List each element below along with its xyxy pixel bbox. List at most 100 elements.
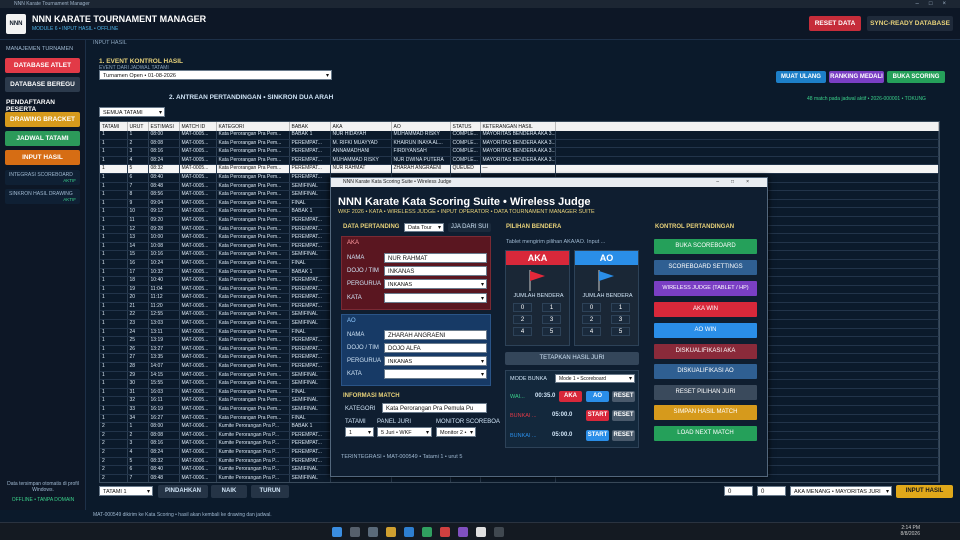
table-row[interactable]: 1 3 08:16 MAT-0005... Kata Perorangan Pra Pe… xyxy=(100,147,939,157)
monitor-select[interactable]: Monitor 2 • xyxy=(436,427,476,438)
sidebar-item-database-beregu[interactable]: DATABASE BEREGU xyxy=(5,77,80,92)
bunkai-aka-reset-button[interactable]: RESET xyxy=(612,410,635,421)
ao-count-1[interactable]: 1 xyxy=(611,303,630,312)
waiting-reset-button[interactable]: RESET xyxy=(612,391,635,402)
kategori-input[interactable]: Kata Perorangan Pra Pemula Pu xyxy=(382,403,487,413)
sidebar-item-database-atlet[interactable]: DATABASE ATLET xyxy=(5,58,80,73)
task-view-icon[interactable] xyxy=(368,527,378,537)
ranking-medal-button[interactable]: RANKING MEDALI xyxy=(829,71,884,83)
column-header[interactable]: TATAMI xyxy=(100,122,128,131)
aka-kata-select[interactable] xyxy=(384,293,487,304)
aka-count-0[interactable]: 0 xyxy=(513,303,532,312)
table-row[interactable]: 1 4 08:24 MAT-0005... Kata Perorangan Pra Pe… xyxy=(100,156,939,166)
column-header[interactable]: STATUS xyxy=(450,122,481,131)
table-row[interactable]: 1 2 08:08 MAT-0005... Kata Perorangan Pra Pe… xyxy=(100,139,939,149)
aka-count-1[interactable]: 1 xyxy=(542,303,561,312)
ao-count-3[interactable]: 3 xyxy=(611,315,630,324)
reset-data-button[interactable]: RESET DATA xyxy=(809,16,861,31)
table-cell: MAT-0005... xyxy=(179,362,217,372)
load-next-match-button[interactable]: LOAD NEXT MATCH xyxy=(654,426,757,441)
reload-button[interactable]: MUAT ULANG xyxy=(776,71,826,83)
start-icon[interactable] xyxy=(332,527,342,537)
sidebar-footer: Data tersimpan otomatis di profil Window… xyxy=(7,481,79,493)
table-cell: 09:20 xyxy=(148,216,180,226)
aka-count-2[interactable]: 2 xyxy=(513,315,532,324)
column-header[interactable]: BABAK xyxy=(289,122,331,131)
bunkai-aka-start-button[interactable]: START xyxy=(586,410,609,421)
waiting-ao-button[interactable]: AO xyxy=(586,391,609,402)
bottom-tatami-select[interactable]: TATAMI 1 xyxy=(99,486,153,497)
aka-win-button[interactable]: AKA WIN xyxy=(654,302,757,317)
window-controls[interactable]: –□× xyxy=(916,0,956,8)
column-header[interactable]: KETERANGAN HASIL xyxy=(480,122,556,131)
ao-count-5[interactable]: 5 xyxy=(611,327,630,336)
sidebar-item-jadwal[interactable]: JADWAL TATAMI xyxy=(5,131,80,146)
aka-nama-input[interactable]: NUR RAHMAT xyxy=(384,253,487,263)
up-button[interactable]: NAIK xyxy=(211,485,247,498)
sync-database-button[interactable]: SYNC-READY DATABASE xyxy=(867,16,953,31)
aka-count-3[interactable]: 3 xyxy=(542,315,561,324)
integration-scoreboard-status: AKTIF xyxy=(63,178,76,183)
ao-kata-select[interactable] xyxy=(384,369,487,380)
waiting-aka-button[interactable]: AKA xyxy=(559,391,582,402)
column-header[interactable]: URUT xyxy=(127,122,149,131)
panel-juri-select[interactable]: 5 Juri • WKF xyxy=(377,427,432,438)
wireless-judge-button[interactable]: WIRELESS JUDGE (TABLET / HP) xyxy=(654,281,757,296)
set-judge-result-button[interactable]: TETAPKAN HASIL JURI xyxy=(505,352,639,365)
move-button[interactable]: PINDAHKAN xyxy=(158,485,208,498)
disqualify-aka-button[interactable]: DISKUALIFIKASI AKA xyxy=(654,344,757,359)
bunkai-ao-reset-button[interactable]: RESET xyxy=(612,430,635,441)
disqualify-ao-button[interactable]: DISKUALIFIKASI AO xyxy=(654,364,757,379)
event-select[interactable]: Turnamen Open • 01-08-2026 xyxy=(99,70,332,81)
open-scoring-button[interactable]: BUKA SCORING xyxy=(887,71,945,83)
score-aka-input[interactable]: 0 xyxy=(724,486,753,496)
input-result-button[interactable]: INPUT HASIL xyxy=(896,485,953,498)
table-cell: 8 xyxy=(127,190,149,200)
sidebar-item-drawing[interactable]: DRAWING BRACKET xyxy=(5,112,80,127)
explorer-icon[interactable] xyxy=(386,527,396,537)
ao-win-button[interactable]: AO WIN xyxy=(654,323,757,338)
tournament-app-icon[interactable] xyxy=(476,527,486,537)
data-source-select[interactable]: Data Tour xyxy=(404,223,444,233)
ao-perguruan-select[interactable]: INKANAS xyxy=(384,356,487,367)
aka-dojo-input[interactable]: INKANAS xyxy=(384,266,487,276)
dialog-window-controls[interactable]: –□× xyxy=(716,178,761,187)
down-button[interactable]: TURUN xyxy=(251,485,289,498)
clock[interactable]: 2:14 PM 8/8/2026 xyxy=(901,525,920,537)
table-cell: MAT-0005... xyxy=(179,414,217,424)
mode-bunkai-select[interactable]: Mode 1 • Scoreboard xyxy=(555,374,635,384)
aka-perguruan-select[interactable]: INKANAS xyxy=(384,279,487,290)
app-icon-3[interactable] xyxy=(458,527,468,537)
ao-nama-input[interactable]: ZHARAH ANGRAENI xyxy=(384,330,487,340)
scoring-app-icon[interactable] xyxy=(494,527,504,537)
sidebar-item-input-hasil[interactable]: INPUT HASIL xyxy=(5,150,80,165)
column-header[interactable]: AKA xyxy=(330,122,392,131)
open-scoreboard-button[interactable]: BUKA SCOREBOARD xyxy=(654,239,757,254)
ao-count-0[interactable]: 0 xyxy=(582,303,601,312)
ao-count-4[interactable]: 4 xyxy=(582,327,601,336)
table-row[interactable]: 1 1 08:00 MAT-0005... Kata Perorangan Pra Pe… xyxy=(100,131,939,140)
tatami-select[interactable]: 1 xyxy=(345,427,374,438)
table-row[interactable]: 1 5 08:32 MAT-0005... Kata Perorangan Pra Pe… xyxy=(100,164,939,174)
score-ao-input[interactable]: 0 xyxy=(757,486,786,496)
ao-dojo-input[interactable]: DOJO ALFA xyxy=(384,343,487,353)
ao-count-2[interactable]: 2 xyxy=(582,315,601,324)
aka-count-4[interactable]: 4 xyxy=(513,327,532,336)
column-header[interactable]: KATEGORI xyxy=(216,122,290,131)
result-select[interactable]: AKA MENANG • MAYORITAS JURI xyxy=(790,486,892,497)
reset-judge-choice-button[interactable]: RESET PILIHAN JURI xyxy=(654,385,757,400)
tatami-filter-select[interactable]: SEMUA TATAMI xyxy=(99,107,165,118)
bunkai-ao-start-button[interactable]: START xyxy=(586,430,609,441)
column-header[interactable]: MATCH ID xyxy=(179,122,217,131)
save-match-button[interactable]: SIMPAN HASIL MATCH xyxy=(654,405,757,420)
browser-icon[interactable] xyxy=(404,527,414,537)
aka-count-5[interactable]: 5 xyxy=(542,327,561,336)
column-header[interactable]: ESTIMASI xyxy=(148,122,180,131)
table-cell: MAT-0005... xyxy=(179,190,217,200)
search-icon[interactable] xyxy=(350,527,360,537)
data-juri-button[interactable]: JJA DARI SUI xyxy=(448,223,491,232)
column-header[interactable]: AO xyxy=(391,122,451,131)
scoreboard-settings-button[interactable]: SCOREBOARD SETTINGS xyxy=(654,260,757,275)
app-icon-1[interactable] xyxy=(422,527,432,537)
app-icon-2[interactable] xyxy=(440,527,450,537)
